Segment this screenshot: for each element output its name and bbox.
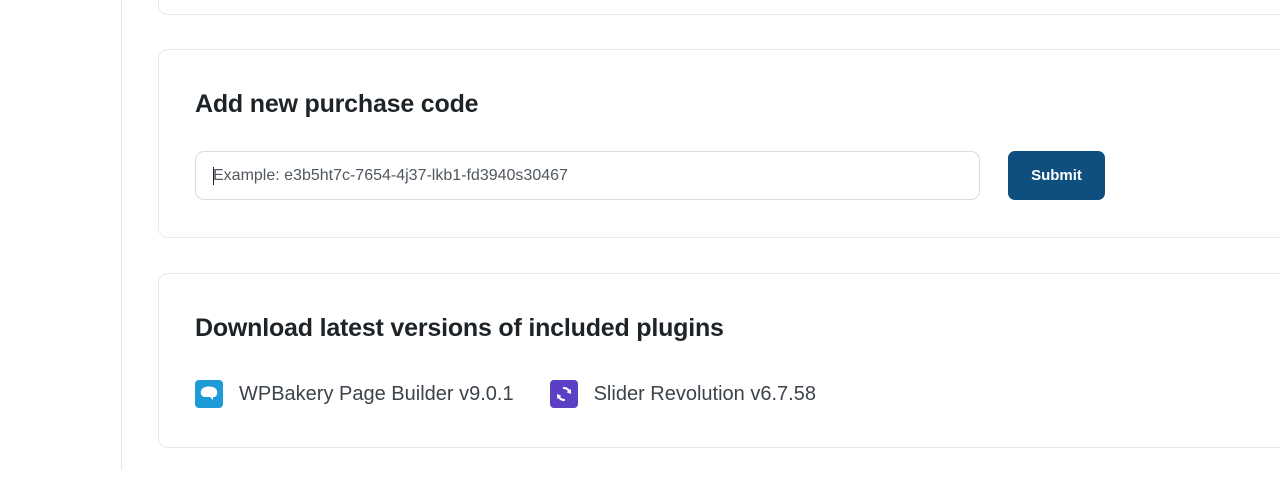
purchase-code-input[interactable] <box>195 151 980 200</box>
main-content: Add new purchase code Submit Download la… <box>122 0 1280 487</box>
plugins-card: Download latest versions of included plu… <box>158 273 1280 448</box>
plugin-list: WPBakery Page Builder v9.0.1 Slider Revo… <box>195 380 816 408</box>
page: Add new purchase code Submit Download la… <box>0 0 1280 487</box>
plugin-label-slider-revolution: Slider Revolution v6.7.58 <box>593 382 816 405</box>
text-caret <box>213 167 214 185</box>
purchase-code-card: Add new purchase code Submit <box>158 49 1280 238</box>
plugin-link-wpbakery[interactable]: WPBakery Page Builder v9.0.1 <box>195 380 514 408</box>
previous-card <box>158 0 1280 15</box>
submit-button[interactable]: Submit <box>1008 151 1105 200</box>
plugins-title: Download latest versions of included plu… <box>195 314 724 342</box>
plugin-label-wpbakery: WPBakery Page Builder v9.0.1 <box>239 382 514 405</box>
slider-revolution-icon <box>549 380 578 408</box>
purchase-code-title: Add new purchase code <box>195 90 479 118</box>
wpbakery-icon <box>195 380 223 408</box>
sidebar <box>0 0 122 470</box>
plugin-link-slider-revolution[interactable]: Slider Revolution v6.7.58 <box>549 380 816 408</box>
